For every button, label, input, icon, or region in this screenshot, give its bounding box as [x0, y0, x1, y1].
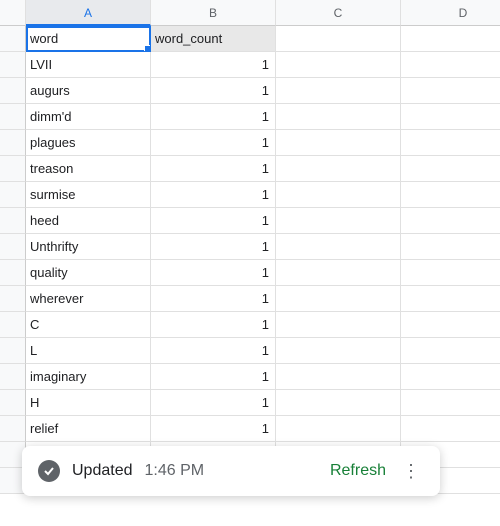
cell-count[interactable]: 1 — [151, 182, 276, 208]
row-header[interactable] — [0, 52, 26, 78]
row-header[interactable] — [0, 286, 26, 312]
row-header[interactable] — [0, 130, 26, 156]
toast-status-label: Updated — [72, 462, 133, 480]
row-header[interactable] — [0, 416, 26, 442]
row-header[interactable] — [0, 260, 26, 286]
cell-empty[interactable] — [276, 156, 401, 182]
cell-empty[interactable] — [401, 364, 500, 390]
status-toast: Updated 1:46 PM Refresh ⋮ — [22, 446, 440, 496]
row-header[interactable] — [0, 338, 26, 364]
row-header[interactable] — [0, 364, 26, 390]
cell-word[interactable]: H — [26, 390, 151, 416]
cell-empty[interactable] — [401, 208, 500, 234]
row-header[interactable] — [0, 104, 26, 130]
cell-empty[interactable] — [401, 286, 500, 312]
row-header[interactable] — [0, 182, 26, 208]
cell-empty[interactable] — [276, 78, 401, 104]
cell-count[interactable]: 1 — [151, 208, 276, 234]
col-header-a[interactable]: A — [26, 0, 151, 26]
row-header[interactable] — [0, 234, 26, 260]
cell-count[interactable]: 1 — [151, 78, 276, 104]
cell-word[interactable]: Unthrifty — [26, 234, 151, 260]
cell-empty[interactable] — [401, 234, 500, 260]
cell-empty[interactable] — [276, 286, 401, 312]
cell-empty[interactable] — [276, 182, 401, 208]
cell-empty[interactable] — [276, 104, 401, 130]
cell-count[interactable]: 1 — [151, 260, 276, 286]
spreadsheet-grid[interactable]: A B C D word word_count LVII1augurs1dimm… — [0, 0, 500, 494]
cell-word[interactable]: heed — [26, 208, 151, 234]
row-header[interactable] — [0, 156, 26, 182]
cell-empty[interactable] — [276, 312, 401, 338]
cell-empty[interactable] — [401, 390, 500, 416]
cell-empty[interactable] — [401, 156, 500, 182]
cell-count[interactable]: 1 — [151, 130, 276, 156]
cell-empty[interactable] — [401, 260, 500, 286]
row-header[interactable] — [0, 26, 26, 52]
cell-count[interactable]: 1 — [151, 338, 276, 364]
cell-empty[interactable] — [401, 338, 500, 364]
cell-count[interactable]: 1 — [151, 234, 276, 260]
cell-d1[interactable] — [401, 26, 500, 52]
cell-empty[interactable] — [401, 416, 500, 442]
cell-empty[interactable] — [276, 364, 401, 390]
cell-count[interactable]: 1 — [151, 416, 276, 442]
refresh-button[interactable]: Refresh — [330, 462, 386, 480]
check-icon — [38, 460, 60, 482]
cell-empty[interactable] — [401, 182, 500, 208]
cell-empty[interactable] — [401, 52, 500, 78]
cell-count[interactable]: 1 — [151, 312, 276, 338]
cell-count[interactable]: 1 — [151, 390, 276, 416]
cell-empty[interactable] — [276, 416, 401, 442]
cell-word[interactable]: wherever — [26, 286, 151, 312]
col-header-b[interactable]: B — [151, 0, 276, 26]
toast-time: 1:46 PM — [145, 462, 205, 480]
cell-c1[interactable] — [276, 26, 401, 52]
cell-empty[interactable] — [276, 52, 401, 78]
cell-empty[interactable] — [401, 78, 500, 104]
cell-word[interactable]: treason — [26, 156, 151, 182]
cell-word[interactable]: relief — [26, 416, 151, 442]
cell-word[interactable]: LVII — [26, 52, 151, 78]
cell-word[interactable]: quality — [26, 260, 151, 286]
cell-count[interactable]: 1 — [151, 52, 276, 78]
cell-word[interactable]: dimm'd — [26, 104, 151, 130]
cell-count[interactable]: 1 — [151, 364, 276, 390]
row-header[interactable] — [0, 390, 26, 416]
cell-empty[interactable] — [276, 208, 401, 234]
select-all-corner[interactable] — [0, 0, 26, 26]
cell-word[interactable]: plagues — [26, 130, 151, 156]
cell-b1[interactable]: word_count — [151, 26, 276, 52]
cell-count[interactable]: 1 — [151, 104, 276, 130]
row-header[interactable] — [0, 78, 26, 104]
cell-count[interactable]: 1 — [151, 156, 276, 182]
cell-word[interactable]: augurs — [26, 78, 151, 104]
cell-empty[interactable] — [276, 338, 401, 364]
col-header-c[interactable]: C — [276, 0, 401, 26]
cell-empty[interactable] — [276, 260, 401, 286]
cell-a1[interactable]: word — [26, 26, 151, 52]
cell-empty[interactable] — [401, 104, 500, 130]
cell-count[interactable]: 1 — [151, 286, 276, 312]
row-header[interactable] — [0, 208, 26, 234]
cell-empty[interactable] — [276, 234, 401, 260]
cell-word[interactable]: imaginary — [26, 364, 151, 390]
cell-word[interactable]: C — [26, 312, 151, 338]
cell-empty[interactable] — [276, 390, 401, 416]
col-header-d[interactable]: D — [401, 0, 500, 26]
cell-empty[interactable] — [276, 130, 401, 156]
cell-empty[interactable] — [401, 130, 500, 156]
more-options-icon[interactable]: ⋮ — [398, 462, 424, 480]
cell-empty[interactable] — [401, 312, 500, 338]
cell-word[interactable]: L — [26, 338, 151, 364]
row-header[interactable] — [0, 312, 26, 338]
cell-word[interactable]: surmise — [26, 182, 151, 208]
